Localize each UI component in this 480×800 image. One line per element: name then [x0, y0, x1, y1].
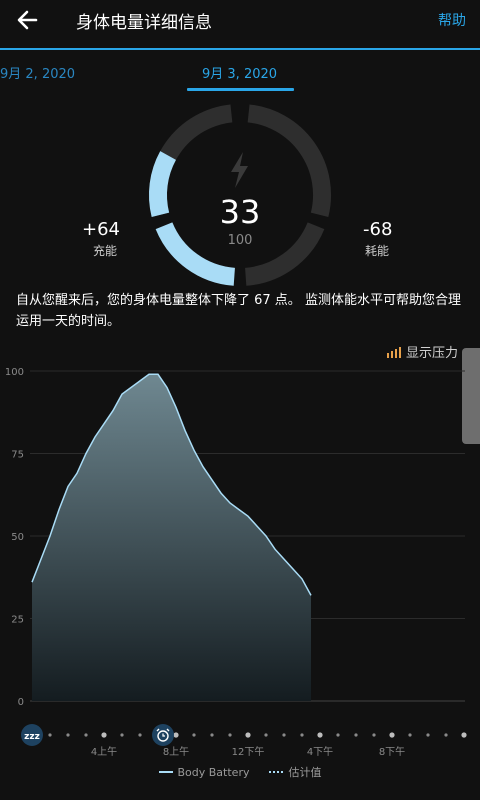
timeline-tick — [461, 732, 467, 738]
timeline-tick — [101, 732, 107, 738]
timeline-tick — [300, 733, 304, 737]
date-tab-previous[interactable]: 9月 2, 2020 — [0, 63, 75, 82]
y-tick-label: 25 — [11, 615, 24, 626]
alarm-clock-icon[interactable] — [152, 724, 174, 746]
lightning-icon — [231, 152, 248, 188]
help-button[interactable]: 帮助 — [438, 10, 466, 30]
timeline-tick — [192, 733, 196, 737]
page-title: 身体电量详细信息 — [76, 13, 212, 33]
x-tick-label: 12下午 — [232, 745, 265, 758]
date-tab-current[interactable]: 9月 3, 2020 — [202, 63, 277, 82]
show-stress-toggle[interactable]: 显示压力 — [386, 342, 458, 361]
header-divider — [0, 48, 480, 50]
timeline-tick — [245, 732, 251, 738]
chart-legend: Body Battery 估计值 — [0, 764, 480, 780]
arrow-left-icon — [17, 10, 38, 30]
drained-label: 耗能 — [365, 244, 390, 258]
x-tick-label: 8上午 — [163, 745, 189, 758]
summary-text: 自从您醒来后，您的身体电量整体下降了 67 点。 监测体能水平可帮助您合理运用一… — [16, 293, 461, 329]
svg-text:zzz: zzz — [24, 732, 40, 742]
timeline-tick — [408, 733, 412, 737]
y-tick-label: 75 — [11, 450, 24, 461]
stress-bars-icon — [386, 346, 401, 358]
timeline-tick — [210, 733, 214, 737]
timeline-tick — [282, 733, 286, 737]
timeline-tick — [66, 733, 70, 737]
sleep-zzz-icon[interactable]: zzz — [21, 724, 43, 746]
timeline-tick — [173, 732, 179, 738]
y-tick-label: 100 — [5, 367, 24, 378]
y-tick-label: 0 — [18, 697, 24, 708]
y-tick-label: 50 — [11, 532, 24, 543]
timeline-tick — [264, 733, 268, 737]
legend-label-body-battery: Body Battery — [177, 765, 250, 779]
charged-value: +64 — [82, 219, 120, 240]
legend-item-estimate: 估计值 — [269, 764, 321, 780]
legend-item-body-battery: Body Battery — [158, 764, 250, 780]
timeline-tick — [336, 733, 340, 737]
date-tab-indicator — [187, 88, 294, 91]
charged-label: 充能 — [93, 244, 118, 258]
timeline-tick — [444, 733, 448, 737]
legend-solid-line-icon — [158, 771, 173, 773]
body-battery-area — [32, 374, 311, 701]
timeline-tick — [84, 733, 88, 737]
timeline-tick — [372, 733, 376, 737]
gauge-max: 100 — [227, 233, 253, 248]
timeline-tick — [120, 733, 124, 737]
timeline-tick — [48, 733, 52, 737]
legend-label-estimate: 估计值 — [288, 766, 322, 779]
gauge-value: 33 — [219, 193, 261, 231]
timeline-tick — [317, 732, 323, 738]
timeline-tick — [354, 733, 358, 737]
x-tick-label: 4下午 — [307, 745, 333, 758]
show-stress-label: 显示压力 — [405, 346, 458, 361]
body-battery-chart: 100 75 50 25 0 — [5, 367, 465, 708]
top-app-bar: 身体电量详细信息 帮助 — [0, 0, 480, 40]
timeline-tick — [228, 733, 232, 737]
drained-value: -68 — [363, 219, 393, 240]
timeline-axis: zzz 4上午 8上午 12下午 4下午 8下午 — [21, 724, 467, 758]
x-tick-label: 8下午 — [379, 745, 405, 758]
legend-dotted-line-icon — [269, 771, 284, 773]
timeline-tick — [389, 732, 395, 738]
back-button[interactable] — [14, 6, 44, 34]
timeline-tick — [426, 733, 430, 737]
x-tick-label: 4上午 — [91, 745, 117, 758]
timeline-tick — [138, 733, 142, 737]
